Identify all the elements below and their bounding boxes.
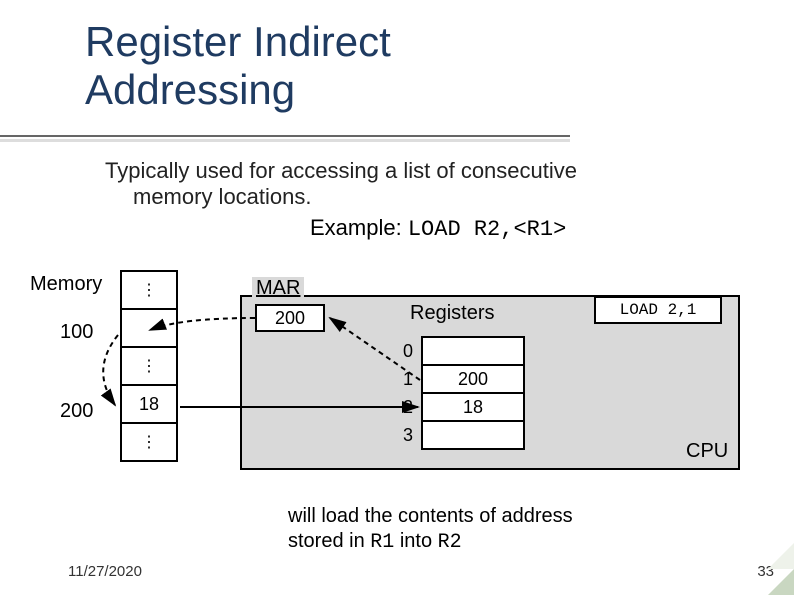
register-index: 2	[395, 392, 421, 422]
example-label: Example:	[310, 215, 402, 240]
desc-line-1: Typically used for accessing a list of c…	[105, 158, 577, 183]
registers-table: 0 1200 218 3	[395, 338, 525, 450]
register-index: 0	[395, 336, 421, 366]
memory-cell-200: 18	[120, 384, 178, 424]
footnote: will load the contents of address stored…	[288, 504, 758, 555]
memory-cell-dots: ⋮	[120, 270, 178, 310]
memory-address-100: 100	[60, 321, 93, 344]
title-line-2: Addressing	[85, 66, 295, 113]
cpu-label: CPU	[686, 440, 728, 463]
desc-line-2: memory locations.	[105, 184, 745, 210]
memory-cell-100	[120, 308, 178, 348]
mar-label: MAR	[252, 277, 304, 300]
instruction-box: LOAD 2,1	[594, 296, 722, 324]
register-row: 1200	[395, 364, 525, 394]
register-row: 218	[395, 392, 525, 422]
mar-value: 200	[255, 304, 325, 332]
slide-title: Register Indirect Addressing	[85, 18, 391, 115]
divider	[0, 135, 570, 137]
register-index: 3	[395, 420, 421, 450]
register-value: 18	[421, 392, 525, 422]
footnote-b: stored in	[288, 530, 370, 552]
memory-cell-dots: ⋮	[120, 422, 178, 462]
memory-cell-dots: ⋮	[120, 346, 178, 386]
example-line: Example: LOAD R2,<R1>	[310, 215, 566, 242]
registers-label: Registers	[410, 302, 494, 325]
memory-address-200: 200	[60, 400, 93, 423]
memory-label: Memory	[30, 273, 102, 296]
example-code: LOAD R2,<R1>	[408, 217, 566, 242]
register-value: 200	[421, 364, 525, 394]
register-index: 1	[395, 364, 421, 394]
register-row: 0	[395, 336, 525, 366]
page-corner-decoration	[768, 569, 794, 595]
description: Typically used for accessing a list of c…	[105, 158, 745, 210]
divider-shadow	[0, 139, 570, 142]
memory-table: ⋮ ⋮ 18 ⋮	[120, 272, 178, 462]
footnote-a: will load the contents of address	[288, 505, 573, 527]
footnote-r2: R2	[438, 531, 462, 554]
title-line-1: Register Indirect	[85, 18, 391, 65]
register-row: 3	[395, 420, 525, 450]
register-value	[421, 420, 525, 450]
footnote-c: into	[394, 530, 437, 552]
footnote-r1: R1	[370, 531, 394, 554]
slide-date: 11/27/2020	[68, 563, 142, 580]
register-value	[421, 336, 525, 366]
